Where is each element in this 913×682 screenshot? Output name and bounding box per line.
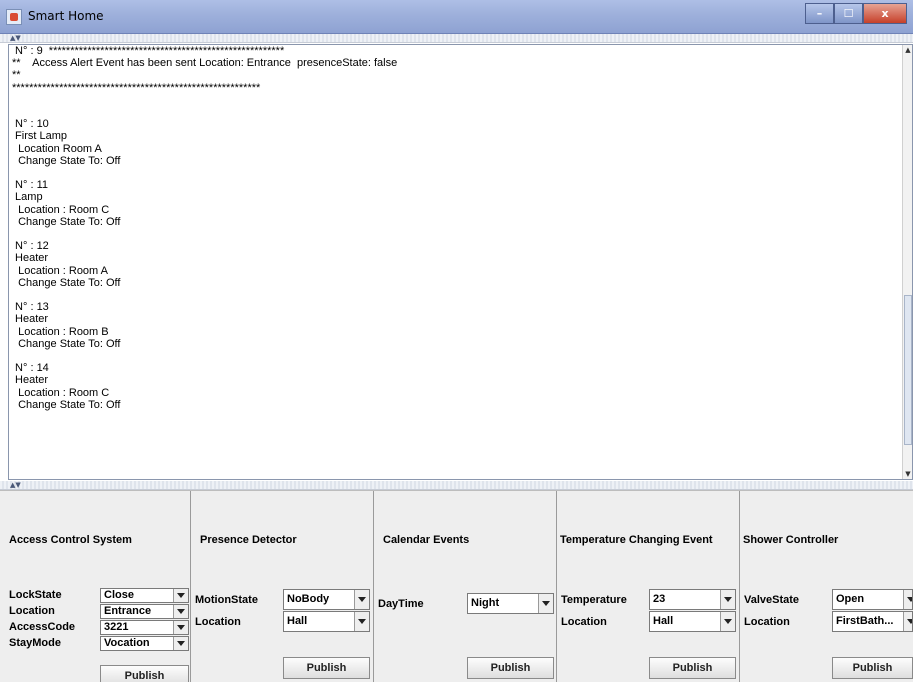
daytime-label: DayTime xyxy=(378,598,424,610)
scroll-thumb[interactable] xyxy=(904,295,912,445)
access-code-value: 3221 xyxy=(104,621,129,633)
lock-state-label: LockState xyxy=(9,589,62,601)
event-log-text[interactable]: N° : 9 *********************************… xyxy=(9,45,902,479)
access-code-select[interactable]: 3221 xyxy=(100,620,189,635)
close-button[interactable]: x xyxy=(863,3,907,24)
chevron-down-icon[interactable] xyxy=(173,605,188,618)
daytime-value: Night xyxy=(471,597,500,609)
stay-mode-label: StayMode xyxy=(9,637,61,649)
calendar-events-panel: Calendar Events DayTime Night Publish xyxy=(374,491,557,682)
location-value: Hall xyxy=(287,615,308,627)
panel-title: Shower Controller xyxy=(743,534,839,546)
access-publish-button[interactable]: Publish xyxy=(100,665,189,682)
minimize-button[interactable]: – xyxy=(805,3,834,24)
window-controls: – ☐ x xyxy=(805,3,907,25)
calendar-publish-button[interactable]: Publish xyxy=(467,657,554,679)
location-value: FirstBath... xyxy=(836,615,894,627)
valve-state-value: Open xyxy=(836,593,865,605)
location-select[interactable]: Hall xyxy=(649,611,736,632)
valve-state-label: ValveState xyxy=(744,594,800,606)
java-app-icon xyxy=(6,9,22,25)
stay-mode-value: Vocation xyxy=(104,637,150,649)
panel-title: Access Control System xyxy=(9,534,132,546)
chevron-down-icon[interactable] xyxy=(354,590,369,609)
access-control-panel: Access Control System LockState Close Lo… xyxy=(0,491,191,682)
valve-state-select[interactable]: Open xyxy=(832,589,913,610)
maximize-button[interactable]: ☐ xyxy=(834,3,863,24)
chevron-down-icon[interactable] xyxy=(903,590,912,609)
chevron-down-icon[interactable] xyxy=(173,589,188,602)
temperature-select[interactable]: 23 xyxy=(649,589,736,610)
location-label: Location xyxy=(744,616,790,628)
split-arrows-icon[interactable]: ▲▼ xyxy=(10,481,21,489)
panel-title: Presence Detector xyxy=(200,534,297,546)
shower-publish-button[interactable]: Publish xyxy=(832,657,913,679)
split-divider-top[interactable]: ▲▼ xyxy=(0,34,913,43)
window-title: Smart Home xyxy=(28,9,104,23)
chevron-down-icon[interactable] xyxy=(720,612,735,631)
temperature-publish-button[interactable]: Publish xyxy=(649,657,736,679)
motion-state-select[interactable]: NoBody xyxy=(283,589,370,610)
scroll-up-icon[interactable]: ▲ xyxy=(903,45,912,55)
split-arrows-icon[interactable]: ▲▼ xyxy=(10,34,21,42)
location-label: Location xyxy=(9,605,55,617)
chevron-down-icon[interactable] xyxy=(173,637,188,650)
shower-controller-panel: Shower Controller ValveState Open Locati… xyxy=(740,491,913,682)
panel-title: Calendar Events xyxy=(383,534,470,546)
log-scroll-pane[interactable]: N° : 9 *********************************… xyxy=(8,44,913,480)
chevron-down-icon[interactable] xyxy=(903,612,912,631)
stay-mode-select[interactable]: Vocation xyxy=(100,636,189,651)
motion-state-label: MotionState xyxy=(195,594,258,606)
panel-title: Temperature Changing Event xyxy=(560,534,713,546)
temperature-value: 23 xyxy=(653,593,666,605)
location-label: Location xyxy=(195,616,241,628)
control-panels: Access Control System LockState Close Lo… xyxy=(0,490,913,682)
motion-state-value: NoBody xyxy=(287,593,330,605)
lock-state-value: Close xyxy=(104,589,134,601)
vertical-scrollbar[interactable]: ▲ ▼ xyxy=(902,45,912,479)
title-bar: Smart Home – ☐ x xyxy=(0,0,913,34)
location-value: Entrance xyxy=(104,605,152,617)
presence-publish-button[interactable]: Publish xyxy=(283,657,370,679)
scroll-down-icon[interactable]: ▼ xyxy=(903,469,912,479)
access-code-label: AccessCode xyxy=(9,621,76,633)
chevron-down-icon[interactable] xyxy=(354,612,369,631)
lock-state-select[interactable]: Close xyxy=(100,588,189,603)
presence-detector-panel: Presence Detector MotionState NoBody Loc… xyxy=(191,491,374,682)
chevron-down-icon[interactable] xyxy=(720,590,735,609)
temperature-label: Temperature xyxy=(561,594,627,606)
temperature-panel: Temperature Changing Event Temperature 2… xyxy=(557,491,740,682)
location-select[interactable]: Entrance xyxy=(100,604,189,619)
location-select[interactable]: Hall xyxy=(283,611,370,632)
location-label: Location xyxy=(561,616,607,628)
chevron-down-icon[interactable] xyxy=(173,621,188,634)
daytime-select[interactable]: Night xyxy=(467,593,554,614)
location-value: Hall xyxy=(653,615,674,627)
chevron-down-icon[interactable] xyxy=(538,594,553,613)
split-divider-bottom[interactable]: ▲▼ xyxy=(0,481,913,490)
location-select[interactable]: FirstBath... xyxy=(832,611,913,632)
